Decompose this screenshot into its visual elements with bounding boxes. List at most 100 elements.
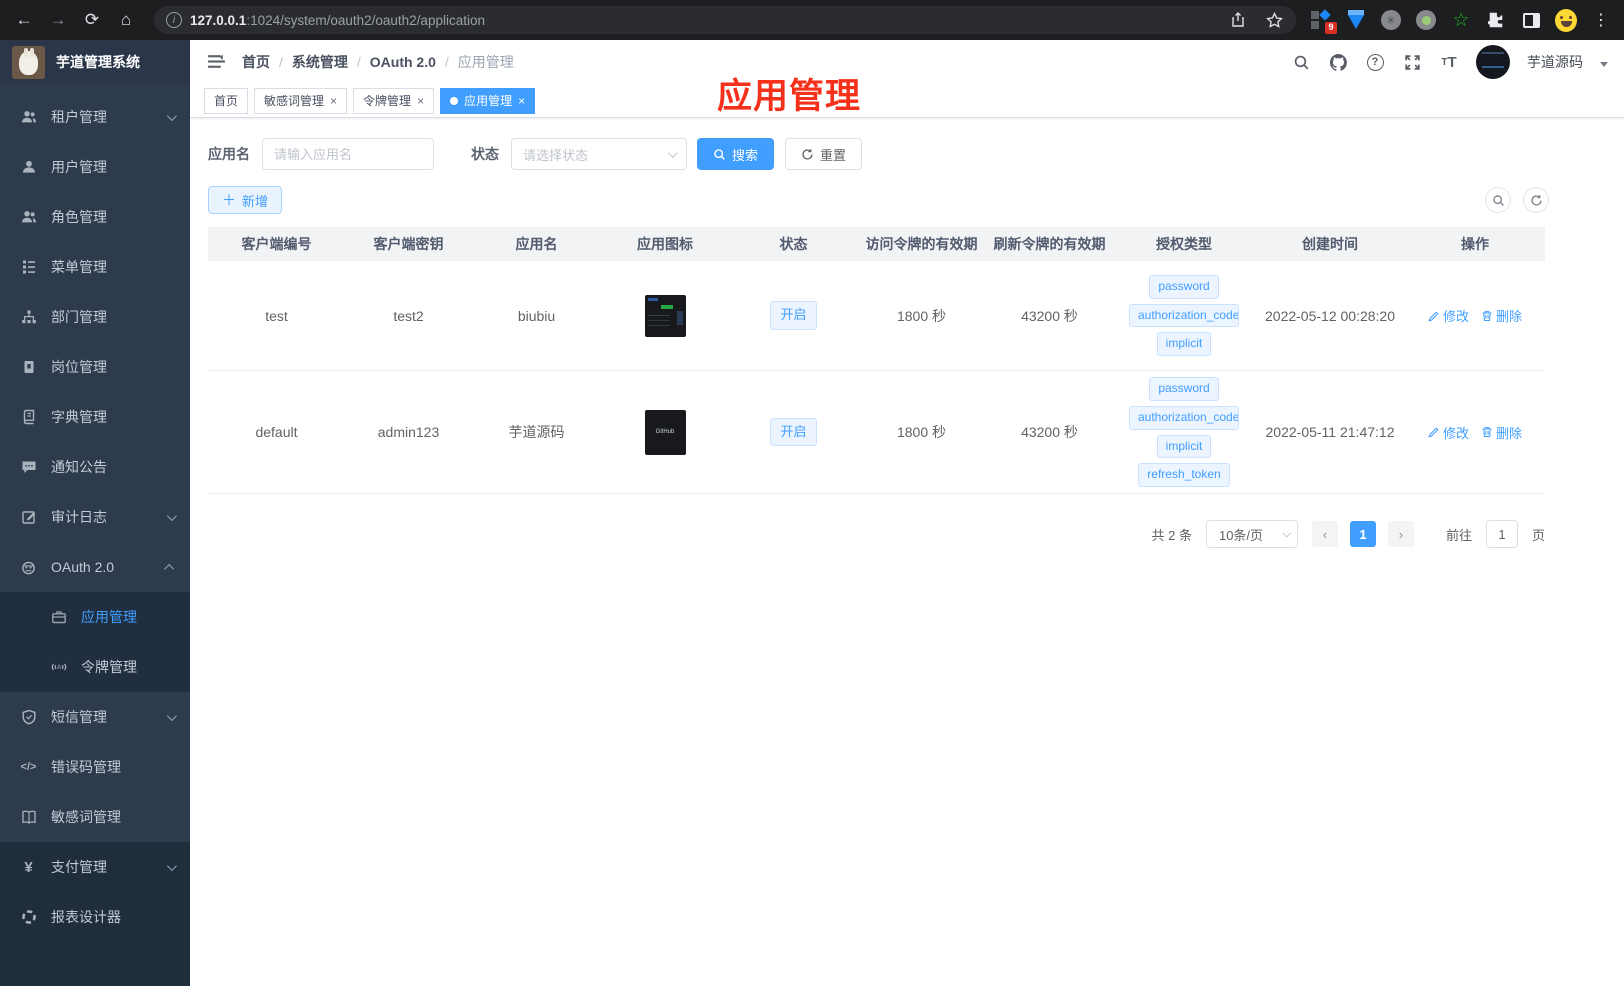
- sidebar-item-audit-log[interactable]: 审计日志: [0, 492, 190, 542]
- search-button-label: 搜索: [732, 147, 759, 163]
- sidebar-item-dict[interactable]: 字典管理: [0, 392, 190, 442]
- delete-link[interactable]: 删除: [1481, 423, 1522, 442]
- search-button[interactable]: 搜索: [697, 138, 775, 170]
- browser-home-button[interactable]: ⌂: [112, 6, 140, 34]
- sidebar-logo[interactable]: 芋道管理系统: [0, 40, 190, 84]
- chevron-down-icon: [166, 860, 177, 871]
- extension-tampermonkey-icon[interactable]: 9: [1310, 9, 1337, 34]
- cell-client-id: test: [265, 307, 288, 324]
- breadcrumb-separator: /: [356, 54, 361, 70]
- help-icon[interactable]: ?: [1365, 52, 1385, 72]
- chevron-down-icon: [166, 510, 177, 521]
- refresh-table-button[interactable]: [1523, 187, 1549, 213]
- sidebar-item-oauth-application[interactable]: 应用管理: [0, 592, 190, 642]
- goto-page-input[interactable]: [1485, 520, 1518, 548]
- github-icon[interactable]: [1328, 52, 1348, 72]
- grant-type-tag: authorization_code: [1129, 303, 1239, 328]
- extension-record-icon[interactable]: [1415, 9, 1437, 31]
- add-button[interactable]: ＋ 新增: [208, 186, 283, 214]
- tab-application[interactable]: 应用管理 ×: [440, 87, 536, 114]
- sidebar-item-payment[interactable]: ¥ 支付管理: [0, 842, 190, 892]
- user-icon: [20, 159, 37, 176]
- browser-back-button[interactable]: ←: [10, 6, 38, 34]
- app-name-input[interactable]: [262, 138, 434, 170]
- browser-reload-button[interactable]: ⟳: [78, 6, 106, 34]
- sidebar-item-user[interactable]: 用户管理: [0, 142, 190, 192]
- status-select[interactable]: 请选择状态: [511, 138, 687, 170]
- breadcrumb-current: 应用管理: [457, 54, 514, 70]
- tab-home[interactable]: 首页: [204, 87, 249, 114]
- next-page-button[interactable]: ›: [1387, 521, 1414, 547]
- prev-page-button[interactable]: ‹: [1311, 521, 1338, 547]
- close-icon[interactable]: ×: [330, 94, 337, 108]
- sidebar-item-notice[interactable]: 通知公告: [0, 442, 190, 492]
- sidebar-item-role[interactable]: 角色管理: [0, 192, 190, 242]
- breadcrumb-oauth[interactable]: OAuth 2.0: [370, 54, 436, 70]
- sidebar-item-tenant[interactable]: 租户管理: [0, 92, 190, 142]
- edit-link[interactable]: 修改: [1428, 423, 1469, 442]
- tab-label: 令牌管理: [363, 94, 412, 108]
- app-logo-rabbit-image: [12, 45, 45, 79]
- tab-token[interactable]: 令牌管理 ×: [353, 87, 435, 114]
- grant-type-tag: implicit: [1156, 332, 1212, 356]
- extension-star-icon[interactable]: ☆: [1450, 9, 1472, 31]
- sidebar-item-post[interactable]: 岗位管理: [0, 342, 190, 392]
- sidebar-item-dept[interactable]: 部门管理: [0, 292, 190, 342]
- sidebar-item-label: 报表设计器: [51, 909, 121, 925]
- share-icon[interactable]: [1228, 10, 1248, 30]
- sidebar-item-sms[interactable]: 短信管理: [0, 692, 190, 742]
- browser-forward-button[interactable]: →: [44, 6, 72, 34]
- org-chart-icon: [20, 309, 37, 326]
- user-avatar[interactable]: [1476, 45, 1510, 79]
- cell-access-validity: 1800 秒: [896, 307, 947, 324]
- breadcrumb-separator: /: [279, 54, 283, 70]
- tab-sensitive-word[interactable]: 敏感词管理 ×: [254, 87, 348, 114]
- close-icon[interactable]: ×: [518, 94, 525, 108]
- status-badge: 开启: [770, 417, 817, 447]
- column-header: 刷新令牌的有效期: [993, 236, 1106, 252]
- breadcrumb-home[interactable]: 首页: [242, 52, 270, 72]
- sidebar-collapse-icon[interactable]: [206, 51, 228, 73]
- edit-link[interactable]: 修改: [1428, 306, 1469, 325]
- sidebar-item-report-designer[interactable]: 报表设计器: [0, 892, 190, 942]
- extensions-puzzle-icon[interactable]: [1485, 9, 1507, 31]
- font-size-icon[interactable]: TT: [1439, 52, 1459, 72]
- extension-gem-icon[interactable]: [1345, 9, 1367, 31]
- reset-button[interactable]: 重置: [785, 138, 863, 170]
- page-size-select[interactable]: 10条/页: [1205, 520, 1298, 548]
- bookmark-star-icon[interactable]: [1264, 10, 1284, 30]
- sidebar-item-label: 支付管理: [51, 859, 107, 875]
- navbar-actions: ? TT 芋道源码: [1291, 45, 1608, 79]
- side-panel-icon[interactable]: [1520, 9, 1542, 31]
- site-info-icon[interactable]: i: [166, 12, 182, 28]
- cell-app-name: biubiu: [517, 307, 556, 324]
- header-search-icon[interactable]: [1291, 52, 1311, 72]
- extension-gray-icon[interactable]: ✳: [1380, 9, 1402, 31]
- robot-icon: [20, 559, 37, 576]
- url-path: :1024/system/oauth2/oauth2/application: [246, 12, 485, 28]
- profile-avatar-icon[interactable]: [1555, 8, 1577, 32]
- browser-menu-icon[interactable]: ⋮: [1590, 9, 1612, 31]
- fullscreen-icon[interactable]: [1402, 52, 1422, 72]
- sidebar-item-menu[interactable]: 菜单管理: [0, 242, 190, 292]
- url-text[interactable]: 127.0.0.1:1024/system/oauth2/oauth2/appl…: [190, 13, 1220, 28]
- column-header: 应用名: [515, 236, 558, 252]
- trash-icon: [1482, 310, 1492, 321]
- chevron-up-icon: [164, 563, 175, 574]
- close-icon[interactable]: ×: [417, 94, 424, 108]
- breadcrumb-system[interactable]: 系统管理: [292, 52, 348, 72]
- delete-link[interactable]: 删除: [1481, 306, 1522, 325]
- breadcrumb: 首页 / 系统管理 / OAuth 2.0 / 应用管理: [242, 52, 514, 72]
- user-menu-caret-icon[interactable]: [1600, 61, 1608, 67]
- search-icon: [714, 148, 725, 160]
- page-number-1[interactable]: 1: [1349, 521, 1376, 547]
- toggle-search-button[interactable]: [1485, 187, 1511, 213]
- username[interactable]: 芋道源码: [1527, 52, 1583, 72]
- top-navbar: 首页 / 系统管理 / OAuth 2.0 / 应用管理 ? TT 芋道源码: [190, 40, 1624, 84]
- sidebar-item-oauth-token[interactable]: A 令牌管理: [0, 642, 190, 692]
- sidebar-item-sensitive-word[interactable]: 敏感词管理: [0, 792, 190, 842]
- sidebar: 芋道管理系统 租户管理 用户管理 角色管理 菜单管理 部门管理 岗位管理 字典管…: [0, 40, 190, 986]
- sidebar-item-oauth[interactable]: OAuth 2.0: [0, 542, 190, 592]
- sidebar-item-error-code[interactable]: </> 错误码管理: [0, 742, 190, 792]
- address-bar[interactable]: i 127.0.0.1:1024/system/oauth2/oauth2/ap…: [154, 6, 1296, 34]
